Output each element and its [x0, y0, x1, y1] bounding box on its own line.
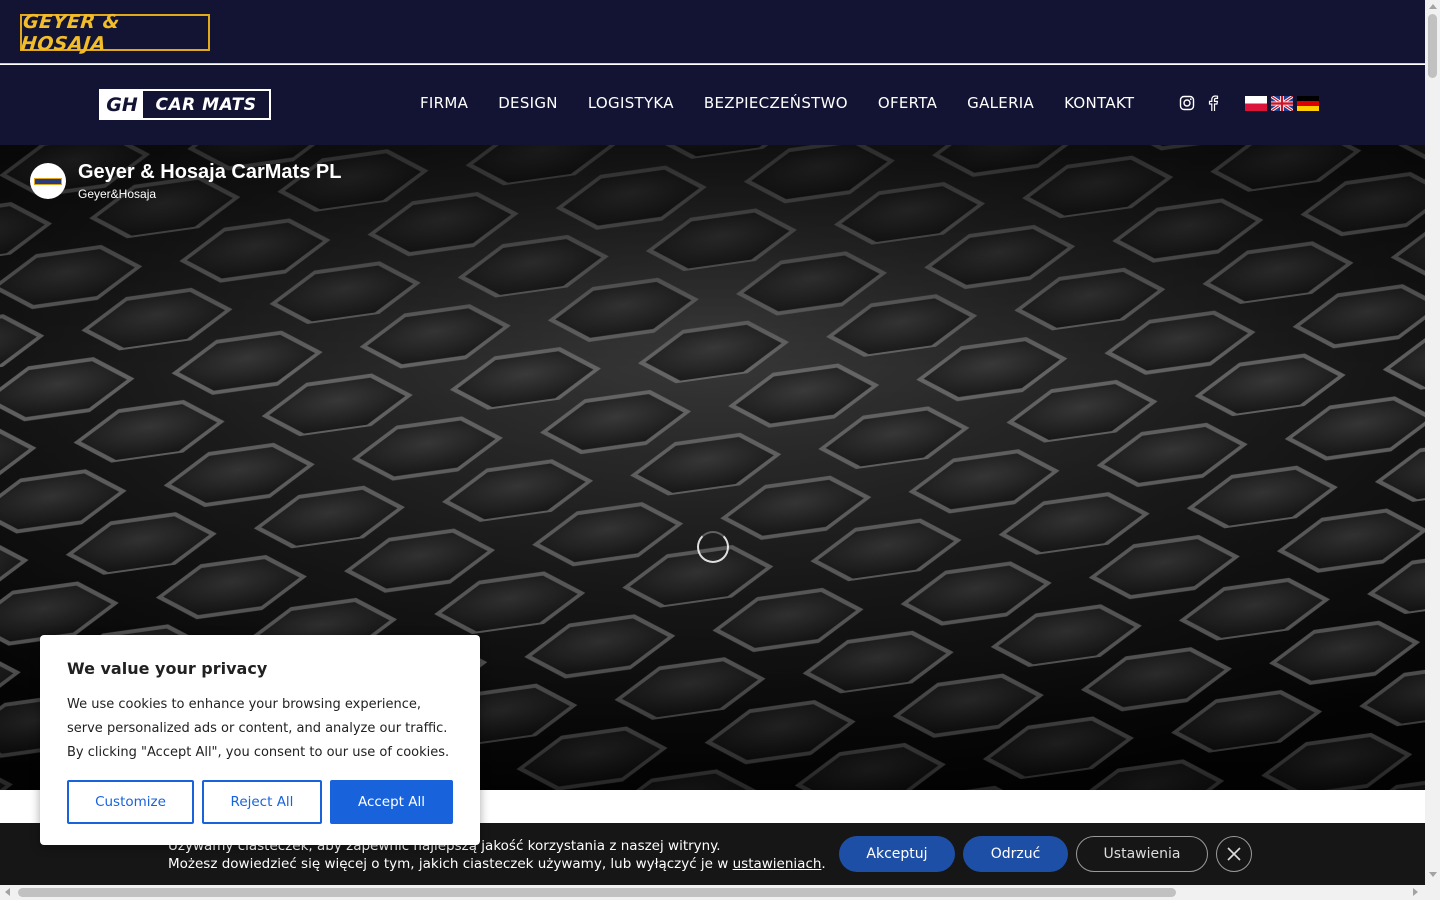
video-channel-info: Geyer & Hosaja CarMats PL Geyer&Hosaja — [30, 161, 341, 201]
vertical-scrollbar[interactable] — [1425, 0, 1440, 885]
privacy-title: We value your privacy — [67, 659, 268, 678]
social-links — [1179, 95, 1221, 112]
scroll-down-icon[interactable] — [1429, 872, 1437, 877]
flag-en-icon[interactable] — [1271, 96, 1293, 111]
page: GEYER & HOSAJA GH CAR MATS FIRMA DESIGN … — [0, 0, 1425, 885]
cookie-settings-link[interactable]: ustawieniach — [733, 856, 822, 872]
horizontal-scrollbar[interactable] — [0, 885, 1440, 900]
cookie-accept-button[interactable]: Akceptuj — [839, 836, 955, 872]
close-icon[interactable] — [1216, 836, 1252, 872]
main-navigation: GH CAR MATS FIRMA DESIGN LOGISTYKA BEZPI… — [0, 65, 1425, 145]
cookie-reject-button[interactable]: Odrzuć — [963, 836, 1068, 872]
cookie-notice-line-2: Możesz dowiedzieć się więcej o tym, jaki… — [168, 856, 733, 872]
language-switcher — [1245, 96, 1319, 111]
scroll-right-icon[interactable] — [1413, 888, 1418, 896]
nav-item-galeria[interactable]: GALERIA — [967, 94, 1034, 112]
privacy-description: We use cookies to enhance your browsing … — [67, 697, 450, 760]
geyer-hosaja-logo[interactable]: GEYER & HOSAJA — [20, 11, 210, 55]
horizontal-scroll-thumb[interactable] — [18, 888, 1176, 897]
nav-item-firma[interactable]: FIRMA — [420, 94, 468, 112]
gh-logo-mark: GH — [101, 91, 143, 118]
reject-all-button[interactable]: Reject All — [202, 780, 322, 824]
loading-spinner-icon — [697, 531, 729, 563]
facebook-icon[interactable] — [1205, 95, 1221, 112]
cookie-settings-button[interactable]: Ustawienia — [1076, 836, 1208, 872]
video-title[interactable]: Geyer & Hosaja CarMats PL — [78, 161, 341, 184]
nav-item-design[interactable]: DESIGN — [498, 94, 558, 112]
vertical-scroll-thumb[interactable] — [1428, 14, 1437, 78]
privacy-consent-dialog: We value your privacy We use cookies to … — [40, 635, 480, 845]
channel-avatar[interactable] — [30, 163, 66, 199]
instagram-icon[interactable] — [1179, 95, 1195, 112]
top-bar: GEYER & HOSAJA — [0, 0, 1425, 64]
car-mats-logo-text: CAR MATS — [155, 94, 257, 115]
nav-item-logistyka[interactable]: LOGISTYKA — [588, 94, 674, 112]
channel-name: Geyer&Hosaja — [78, 187, 157, 201]
car-mats-logo[interactable]: GH CAR MATS — [99, 89, 271, 120]
scroll-up-icon[interactable] — [1429, 4, 1437, 9]
accept-all-button[interactable]: Accept All — [330, 780, 453, 824]
nav-item-kontakt[interactable]: KONTAKT — [1064, 94, 1134, 112]
nav-item-oferta[interactable]: OFERTA — [878, 94, 937, 112]
scroll-left-icon[interactable] — [5, 888, 10, 896]
customize-button[interactable]: Customize — [67, 780, 194, 824]
nav-menu: FIRMA DESIGN LOGISTYKA BEZPIECZEŃSTWO OF… — [420, 94, 1134, 112]
flag-de-icon[interactable] — [1297, 96, 1319, 111]
flag-pl-icon[interactable] — [1245, 96, 1267, 111]
cookie-notice-period: . — [821, 856, 826, 872]
nav-item-bezpieczenstwo[interactable]: BEZPIECZEŃSTWO — [704, 94, 848, 112]
brand-name: GEYER & HOSAJA — [19, 10, 121, 55]
